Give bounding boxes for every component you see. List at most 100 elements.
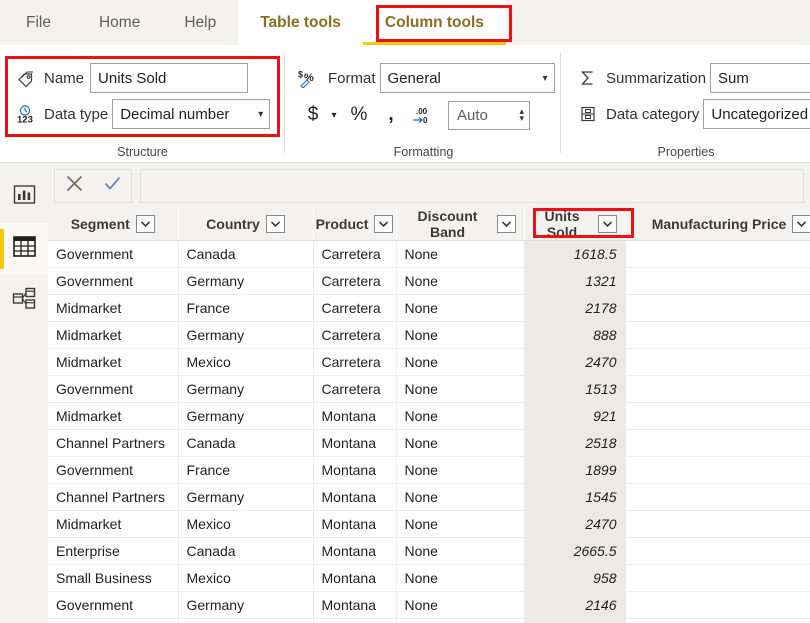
thousands-separator-button[interactable]: , [378,100,404,130]
formula-input[interactable] [140,168,804,203]
table-cell[interactable]: Mexico [178,564,314,592]
table-cell[interactable]: Germany [178,483,314,511]
table-cell[interactable]: Carretera [313,267,397,295]
data-grid[interactable]: Segment Country Product Discount Band Un… [48,208,810,623]
table-cell[interactable]: Midmarket [48,321,179,349]
column-header-discount-band[interactable]: Discount Band [396,208,525,241]
table-cell[interactable]: 3 [625,321,810,349]
sidebar-item-model-view[interactable] [0,275,48,327]
spinner-arrows-icon[interactable]: ▴ ▾ [519,107,524,123]
sidebar-item-report-view[interactable] [0,171,48,223]
tab-help[interactable]: Help [162,0,238,45]
table-cell[interactable]: None [396,267,525,295]
table-cell[interactable]: 1899 [524,456,626,484]
table-cell[interactable]: Germany [178,591,314,619]
table-cell[interactable]: 5 [625,591,810,619]
filter-dropdown-icon[interactable] [597,215,617,233]
table-cell[interactable]: 2518 [524,429,626,457]
table-row[interactable]: GovernmentGermanyMontanaNone21465 [48,591,810,619]
table-cell[interactable]: None [396,240,525,268]
percent-format-button[interactable]: % [346,100,372,130]
table-cell[interactable]: Midmarket [48,510,179,538]
spinner-down-icon[interactable]: ▾ [519,114,524,123]
table-row[interactable]: MidmarketFranceCarreteraNone21783 [48,294,810,322]
table-cell[interactable]: Government [48,456,179,484]
table-cell[interactable]: 1618.5 [524,240,626,268]
table-cell[interactable]: Montana [313,564,397,592]
filter-dropdown-icon[interactable] [374,215,394,233]
filter-dropdown-icon[interactable] [496,215,516,233]
table-cell[interactable]: Germany [178,267,314,295]
filter-dropdown-icon[interactable] [135,215,155,233]
table-cell[interactable]: France [178,456,314,484]
table-cell[interactable]: Carretera [313,294,397,322]
table-cell[interactable]: 5 [625,618,810,623]
currency-chevron-down-icon[interactable]: ▾ [326,100,342,130]
table-row[interactable]: MidmarketGermanyMontanaNone9215 [48,402,810,430]
table-row[interactable]: MidmarketGermanyCarreteraNone8883 [48,321,810,349]
column-header-units-sold[interactable]: Units Sold [524,208,634,241]
table-cell[interactable]: 888 [524,321,626,349]
table-cell[interactable]: 3 [625,240,810,268]
table-cell[interactable]: Canada [178,537,314,565]
table-row[interactable]: Channel PartnersCanadaMontanaNone25185 [48,429,810,457]
table-cell[interactable]: Montana [313,591,397,619]
table-cell[interactable]: Midmarket [48,348,179,376]
decimal-places-spinner[interactable]: Auto ▴ ▾ [448,100,530,130]
summarization-dropdown[interactable]: Sum [710,63,810,93]
table-cell[interactable]: Montana [313,618,397,623]
table-cell[interactable]: 5 [625,429,810,457]
table-cell[interactable]: Montana [313,402,397,430]
table-cell[interactable]: Carretera [313,348,397,376]
table-cell[interactable]: None [396,321,525,349]
column-header-segment[interactable]: Segment [48,208,179,241]
table-cell[interactable]: 3 [625,375,810,403]
table-cell[interactable]: Carretera [313,375,397,403]
table-cell[interactable]: Government [48,240,179,268]
table-cell[interactable]: None [396,429,525,457]
table-cell[interactable]: Government [48,591,179,619]
table-row[interactable]: MidmarketMexicoCarreteraNone24703 [48,348,810,376]
table-cell[interactable]: Canada [178,240,314,268]
format-dropdown[interactable]: General ▾ [379,63,555,93]
table-cell[interactable]: None [396,483,525,511]
table-cell[interactable]: None [396,510,525,538]
table-row[interactable]: GovernmentGermanyCarreteraNone15133 [48,375,810,403]
table-cell[interactable]: Channel Partners [48,483,179,511]
table-cell[interactable]: None [396,591,525,619]
table-cell[interactable]: Midmarket [48,294,179,322]
table-cell[interactable]: Government [48,267,179,295]
table-cell[interactable]: Germany [178,321,314,349]
table-cell[interactable]: 5 [625,456,810,484]
table-cell[interactable]: None [396,618,525,623]
table-cell[interactable]: 3 [625,267,810,295]
table-cell[interactable]: Germany [178,375,314,403]
table-cell[interactable]: Montana [313,429,397,457]
data-type-dropdown[interactable]: Decimal number ▾ [112,99,271,129]
table-cell[interactable]: Canada [178,429,314,457]
table-cell[interactable]: None [396,456,525,484]
table-cell[interactable]: Montana [313,510,397,538]
table-row[interactable]: EnterpriseCanadaMontanaNone2665.55 [48,537,810,565]
table-cell[interactable]: None [396,564,525,592]
column-header-manufacturing-price[interactable]: Manufacturing Price [625,208,810,241]
tab-column-tools[interactable]: Column tools [362,0,506,45]
table-cell[interactable]: 345 [524,618,626,623]
data-category-dropdown[interactable]: Uncategorized [703,99,810,129]
table-cell[interactable]: 1513 [524,375,626,403]
filter-dropdown-icon[interactable] [792,215,810,233]
table-cell[interactable]: Mexico [178,510,314,538]
tab-table-tools[interactable]: Table tools [238,0,363,45]
table-cell[interactable]: Germany [178,402,314,430]
sidebar-item-data-view[interactable] [0,223,48,275]
table-cell[interactable]: 5 [625,537,810,565]
table-cell[interactable]: None [396,294,525,322]
table-cell[interactable]: Montana [313,537,397,565]
table-cell[interactable]: Montana [313,456,397,484]
table-cell[interactable]: 2470 [524,348,626,376]
table-cell[interactable]: 5 [625,402,810,430]
table-cell[interactable]: 2146 [524,591,626,619]
table-row[interactable]: GovernmentGermanyCarreteraNone13213 [48,267,810,295]
table-row[interactable]: MidmarketMexicoMontanaNone24705 [48,510,810,538]
table-cell[interactable]: 958 [524,564,626,592]
